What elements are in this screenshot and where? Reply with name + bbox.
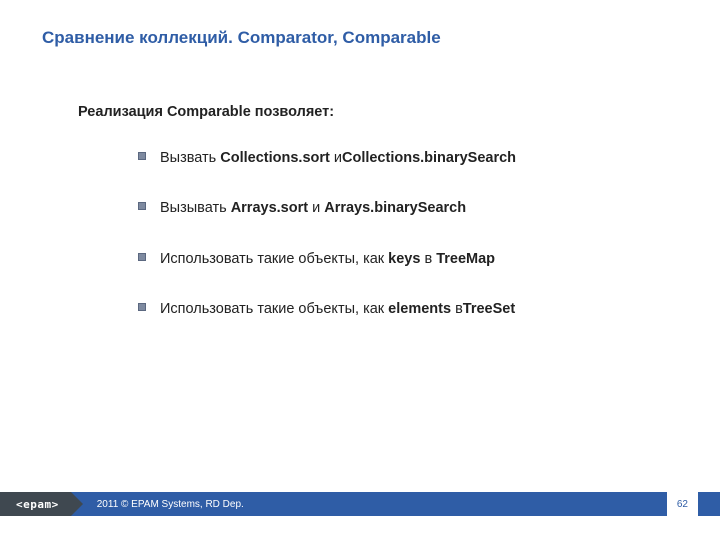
logo: <epam> bbox=[0, 492, 71, 516]
bullet-icon bbox=[138, 303, 146, 311]
bullet-text: Вызвать Collections.sort иCollections.bi… bbox=[160, 148, 516, 168]
bullet-icon bbox=[138, 152, 146, 160]
bullet-text: Использовать такие объекты, как elements… bbox=[160, 299, 515, 319]
bullet-icon bbox=[138, 253, 146, 261]
bottom-margin bbox=[0, 516, 720, 540]
bullet-text: Вызывать Arrays.sort и Arrays.binarySear… bbox=[160, 198, 466, 218]
copyright: 2011 © EPAM Systems, RD Dep. bbox=[97, 499, 244, 510]
list-item: Использовать такие объекты, как keys в T… bbox=[138, 249, 680, 269]
list-item: Вызывать Arrays.sort и Arrays.binarySear… bbox=[138, 198, 680, 218]
bullet-text: Использовать такие объекты, как keys в T… bbox=[160, 249, 495, 269]
footer-bar: <epam> 2011 © EPAM Systems, RD Dep. 62 bbox=[0, 492, 720, 516]
list-item: Использовать такие объекты, как elements… bbox=[138, 299, 680, 319]
bullet-list: Вызвать Collections.sort иCollections.bi… bbox=[138, 148, 680, 349]
bullet-icon bbox=[138, 202, 146, 210]
intro-text: Реализация Comparable позволяет: bbox=[78, 104, 334, 120]
page-number: 62 bbox=[667, 492, 698, 516]
slide-title: Сравнение коллекций. Comparator, Compara… bbox=[42, 28, 441, 48]
list-item: Вызвать Collections.sort иCollections.bi… bbox=[138, 148, 680, 168]
